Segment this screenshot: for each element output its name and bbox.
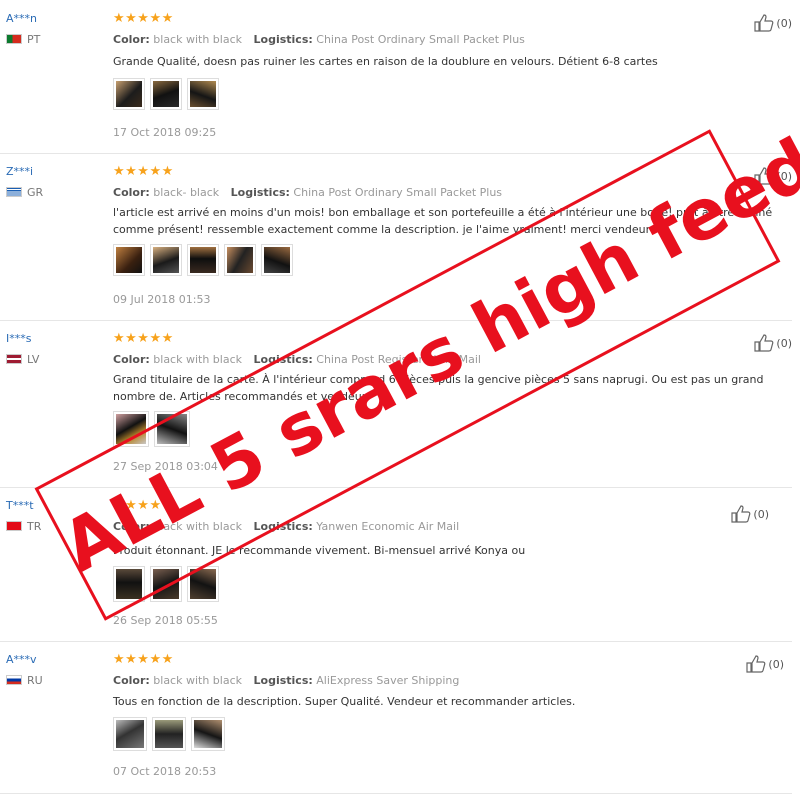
reviewer-name[interactable]: I***s — [6, 332, 31, 345]
review-photo-thumbnail[interactable] — [224, 244, 256, 276]
like-count: (0) — [768, 657, 784, 671]
review-meta: Color: black- black Logistics: China Pos… — [113, 186, 510, 199]
color-label: Color: — [113, 520, 150, 533]
review-text: Grand titulaire de la carte. À l'intérie… — [113, 373, 764, 403]
color-value: black with black — [153, 520, 243, 533]
thumbs-up-icon — [754, 167, 774, 185]
logistics-value: AliExpress Saver Shipping — [316, 674, 460, 687]
review-photo-thumbnail[interactable] — [113, 411, 149, 447]
color-label: Color: — [113, 33, 150, 46]
like-button[interactable]: (0) — [731, 505, 769, 523]
like-count: (0) — [776, 169, 792, 183]
like-button[interactable]: (0) — [754, 334, 792, 352]
country-flag-icon — [6, 187, 22, 197]
reviewer-country: RU — [27, 674, 43, 687]
logistics-label: Logistics: — [253, 520, 313, 533]
star-rating: ★★★★★ — [113, 652, 174, 667]
reviewer-country: GR — [27, 186, 44, 199]
like-button[interactable]: (0) — [754, 14, 792, 32]
review-date: 17 Oct 2018 09:25 — [113, 126, 217, 139]
review-date: 09 Jul 2018 01:53 — [113, 293, 211, 306]
review-photo-thumbnail[interactable] — [113, 244, 145, 276]
review-photo-thumbnail[interactable] — [152, 717, 186, 751]
country-flag-icon — [6, 354, 22, 364]
country-flag-icon — [6, 675, 22, 685]
review-text: Tous en fonction de la description. Supe… — [113, 695, 576, 708]
review-meta: Color: black with black Logistics: China… — [113, 33, 533, 46]
reviewer-name[interactable]: A***v — [6, 653, 37, 666]
thumbs-up-icon — [731, 505, 751, 523]
review-item: A***v RU ★★★★★ Color: black with black L… — [0, 641, 792, 794]
review-photo-thumbnail[interactable] — [154, 411, 190, 447]
review-date: 27 Sep 2018 03:04 — [113, 460, 218, 473]
star-rating: ★★★★★ — [113, 331, 174, 346]
review-item: A***n PT ★★★★★ Color: black with black L… — [0, 0, 792, 154]
review-meta: Color: black with black Logistics: AliEx… — [113, 674, 467, 687]
review-item: Z***i GR ★★★★★ Color: black- black Logis… — [0, 153, 792, 321]
review-text: Grande Qualité, doesn pas ruiner les car… — [113, 55, 658, 68]
review-photo-thumbnail[interactable] — [150, 566, 182, 602]
review-photo-thumbnail[interactable] — [150, 78, 182, 110]
review-photo-thumbnail[interactable] — [261, 244, 293, 276]
review-photo-thumbnail[interactable] — [187, 566, 219, 602]
color-value: black with black — [153, 674, 243, 687]
review-photo-thumbnail[interactable] — [113, 78, 145, 110]
logistics-value: China Post Ordinary Small Packet Plus — [293, 186, 503, 199]
review-photo-thumbnail[interactable] — [191, 717, 225, 751]
reviewer-country: PT — [27, 33, 41, 46]
logistics-label: Logistics: — [253, 674, 313, 687]
star-rating: ★★★★★ — [113, 11, 174, 26]
review-photo-thumbnail[interactable] — [113, 566, 145, 602]
color-label: Color: — [113, 674, 150, 687]
thumbs-up-icon — [754, 334, 774, 352]
color-value: black with black — [153, 33, 243, 46]
thumbs-up-icon — [754, 14, 774, 32]
review-photo-thumbnail[interactable] — [187, 78, 219, 110]
like-count: (0) — [776, 16, 792, 30]
review-text: l'article est arrivé en moins d'un mois!… — [113, 206, 773, 236]
logistics-label: Logistics: — [253, 353, 313, 366]
review-photos — [113, 566, 219, 602]
review-photos — [113, 717, 225, 751]
country-flag-icon — [6, 521, 22, 531]
like-button[interactable]: (0) — [754, 167, 792, 185]
review-item: I***s LV ★★★★★ Color: black with black L… — [0, 320, 792, 488]
review-item: T***t TR ★★★★★ Color: black with black L… — [0, 487, 792, 642]
logistics-label: Logistics: — [230, 186, 290, 199]
color-value: black- black — [153, 186, 220, 199]
like-button[interactable]: (0) — [746, 655, 784, 673]
reviewer-country: LV — [27, 353, 40, 366]
review-date: 07 Oct 2018 20:53 — [113, 765, 217, 778]
star-rating: ★★★★★ — [113, 164, 174, 179]
review-photos — [113, 78, 219, 110]
logistics-value: China Post Registered Air Mail — [316, 353, 481, 366]
logistics-value: China Post Ordinary Small Packet Plus — [316, 33, 525, 46]
reviewer-name[interactable]: Z***i — [6, 165, 33, 178]
logistics-value: Yanwen Economic Air Mail — [316, 520, 460, 533]
review-photos — [113, 411, 190, 447]
color-value: black with black — [153, 353, 243, 366]
review-meta: Color: black with black Logistics: China… — [113, 353, 489, 366]
star-rating: ★★★★★ — [113, 498, 174, 513]
reviewer-country: TR — [27, 520, 42, 533]
review-meta: Color: black with black Logistics: Yanwe… — [113, 520, 467, 533]
review-photo-thumbnail[interactable] — [187, 244, 219, 276]
review-text: Produit étonnant. JE le recommande vivem… — [113, 544, 526, 557]
like-count: (0) — [776, 336, 792, 350]
review-photo-thumbnail[interactable] — [113, 717, 147, 751]
country-flag-icon — [6, 34, 22, 44]
like-count: (0) — [753, 507, 769, 521]
review-photos — [113, 244, 293, 276]
color-label: Color: — [113, 353, 150, 366]
review-photo-thumbnail[interactable] — [150, 244, 182, 276]
reviewer-name[interactable]: T***t — [6, 499, 34, 512]
reviewer-name[interactable]: A***n — [6, 12, 37, 25]
color-label: Color: — [113, 186, 150, 199]
review-date: 26 Sep 2018 05:55 — [113, 614, 218, 627]
thumbs-up-icon — [746, 655, 766, 673]
logistics-label: Logistics: — [253, 33, 313, 46]
